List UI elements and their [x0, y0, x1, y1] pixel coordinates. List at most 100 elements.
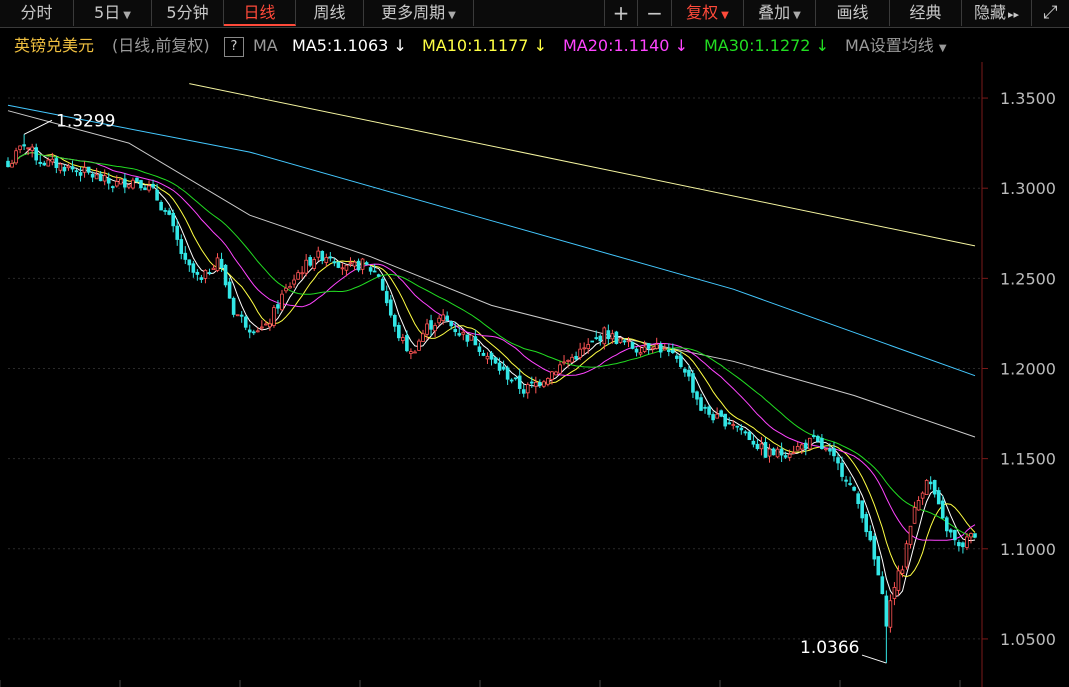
candle — [888, 594, 893, 633]
tab-intraday[interactable]: 分时 — [0, 0, 74, 26]
candle-body — [787, 453, 792, 458]
ma5-line — [7, 146, 976, 598]
candle-body — [392, 314, 397, 327]
candle-body — [723, 413, 727, 427]
candle-body — [457, 333, 462, 336]
candle — [296, 269, 300, 280]
more-periods-dropdown[interactable]: 更多周期 ▼ — [364, 0, 474, 26]
candle — [179, 234, 184, 260]
candle — [695, 390, 699, 406]
candle — [703, 404, 707, 414]
candle-body — [638, 352, 643, 355]
candle — [231, 296, 236, 318]
candle-body — [957, 542, 961, 547]
candle-body — [703, 406, 707, 409]
candle — [521, 384, 526, 398]
zoom-out-button[interactable]: − — [638, 0, 672, 26]
candle — [876, 556, 881, 576]
candle-body — [542, 381, 546, 387]
candle — [928, 476, 933, 490]
candle — [477, 342, 482, 356]
candle-body — [409, 351, 413, 354]
candle-body — [401, 337, 405, 342]
candle-body — [70, 166, 75, 170]
classic-button[interactable]: 经典 — [890, 0, 962, 26]
candle-body — [876, 556, 881, 576]
candle-body — [260, 326, 264, 329]
fullscreen-button[interactable]: ⤢ — [1032, 0, 1069, 26]
candle-body — [691, 373, 695, 393]
candle-body — [501, 366, 506, 370]
candle-body — [151, 183, 155, 188]
candle — [771, 447, 776, 456]
candle-body — [183, 252, 188, 260]
candle-body — [529, 381, 534, 384]
candle — [852, 485, 856, 492]
candle-body — [10, 163, 14, 168]
candle-body — [965, 536, 969, 548]
candle-body — [110, 186, 115, 188]
candle — [711, 411, 715, 424]
candle-body — [783, 455, 788, 458]
ma-settings-dropdown[interactable]: MA设置均线 ▼ — [845, 31, 947, 64]
chevron-down-icon: ▼ — [721, 10, 729, 21]
candle-body — [497, 362, 502, 371]
candle — [102, 169, 107, 186]
candle-body — [66, 165, 71, 169]
hide-button[interactable]: 隐藏 ▸▸ — [962, 0, 1032, 26]
candle-body — [114, 181, 119, 187]
candle-body — [884, 595, 889, 627]
candle — [356, 258, 361, 273]
candle — [239, 311, 244, 323]
candle-body — [94, 174, 99, 180]
candle-body — [256, 330, 260, 333]
tab-5min[interactable]: 5分钟 — [152, 0, 224, 26]
candle — [904, 540, 909, 570]
draw-button[interactable]: 画线 — [816, 0, 890, 26]
candle — [159, 200, 163, 211]
candle-body — [791, 452, 796, 454]
help-button[interactable]: ? — [224, 37, 244, 57]
candle-body — [102, 175, 107, 182]
candle — [251, 329, 256, 336]
candle — [812, 429, 816, 439]
zoom-in-button[interactable]: + — [604, 0, 638, 26]
tab-weekly[interactable]: 周线 — [296, 0, 364, 26]
candle-body — [525, 384, 530, 394]
candle — [860, 500, 864, 523]
candle — [509, 378, 514, 384]
candle — [953, 529, 957, 546]
candle-body — [606, 330, 611, 340]
candle-body — [509, 379, 514, 382]
tab-5day[interactable]: 5日 ▼ — [74, 0, 152, 26]
candle-body — [50, 158, 55, 163]
candle-body — [735, 425, 740, 428]
candle-body — [860, 500, 864, 519]
candle-body — [405, 335, 409, 352]
ma-label: MA — [253, 36, 278, 55]
candle — [227, 277, 232, 299]
candle-body — [767, 448, 772, 457]
candle — [119, 178, 123, 185]
candlestick-chart[interactable]: 1.3500 1.3000 1.2500 1.2000 1.1500 1.1000 1.05… — [0, 62, 1069, 687]
candle — [908, 525, 913, 549]
candle — [368, 265, 373, 275]
overlay-dropdown[interactable]: 叠加 ▼ — [744, 0, 816, 26]
candle — [590, 340, 595, 343]
candle-body — [268, 323, 272, 328]
candle-body — [880, 576, 885, 595]
double-chevron-right-icon: ▸▸ — [1007, 8, 1020, 21]
candles — [6, 134, 977, 664]
candle — [481, 349, 486, 357]
candle-body — [372, 270, 377, 273]
tab-daily[interactable]: 日线 — [224, 0, 296, 26]
candle — [211, 264, 216, 271]
adjust-dropdown[interactable]: 复权 ▼ — [672, 0, 744, 26]
candle — [824, 448, 828, 452]
candle-body — [864, 514, 869, 533]
candle — [864, 511, 869, 537]
candle-body — [231, 297, 236, 315]
candle — [62, 164, 67, 176]
candle-body — [215, 257, 220, 271]
candle — [630, 341, 635, 350]
